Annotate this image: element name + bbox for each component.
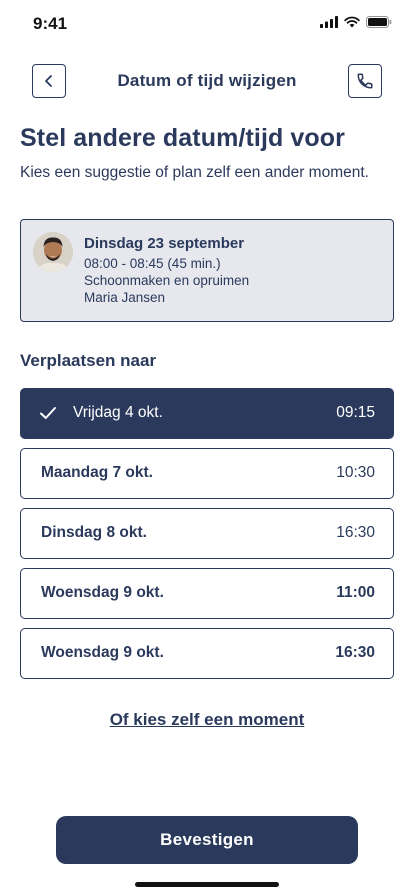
- avatar-photo: [33, 232, 73, 272]
- slot-time: 09:15: [336, 404, 375, 421]
- slot-day: Maandag 7 okt.: [41, 464, 153, 481]
- home-indicator: [135, 882, 279, 887]
- current-appointment-card: Dinsdag 23 september 08:00 - 08:45 (45 m…: [20, 219, 394, 322]
- status-time: 9:41: [33, 14, 68, 33]
- avatar: [33, 232, 73, 272]
- section-heading: Stel andere datum/tijd voor: [20, 124, 345, 152]
- call-button[interactable]: [348, 64, 382, 98]
- appointment-date: Dinsdag 23 september: [84, 235, 245, 252]
- time-slot-option[interactable]: Vrijdag 4 okt. 09:15: [20, 388, 394, 439]
- slot-day: Vrijdag 4 okt.: [73, 404, 163, 421]
- slot-day: Woensdag 9 okt.: [41, 644, 164, 661]
- wifi-icon: [344, 16, 360, 28]
- checkmark-icon: [40, 407, 56, 419]
- appointment-time: 08:00 - 08:45 (45 min.): [84, 256, 221, 271]
- confirm-button[interactable]: Bevestigen: [56, 816, 358, 864]
- time-slot-option[interactable]: Dinsdag 8 okt. 16:30: [20, 508, 394, 559]
- reschedule-label: Verplaatsen naar: [20, 351, 157, 370]
- appointment-service: Schoonmaken en opruimen: [84, 273, 250, 288]
- status-bar: 9:41: [0, 0, 414, 48]
- time-slot-option[interactable]: Woensdag 9 okt. 16:30: [20, 628, 394, 679]
- battery-icon: [366, 16, 392, 28]
- instruction-text: Kies een suggestie of plan zelf een ande…: [20, 164, 369, 181]
- time-slot-option[interactable]: Maandag 7 okt. 10:30: [20, 448, 394, 499]
- slot-time: 16:30: [336, 524, 375, 541]
- slot-time: 11:00: [336, 584, 375, 601]
- time-slot-option[interactable]: Woensdag 9 okt. 11:00: [20, 568, 394, 619]
- phone-icon: [357, 73, 373, 89]
- status-icons: [320, 16, 392, 28]
- cellular-signal-icon: [320, 16, 338, 28]
- choose-own-moment-link[interactable]: Of kies zelf een moment: [0, 710, 414, 730]
- appointment-worker: Maria Jansen: [84, 290, 166, 305]
- slot-day: Woensdag 9 okt.: [41, 584, 164, 601]
- slot-day: Dinsdag 8 okt.: [41, 524, 147, 541]
- slot-time: 10:30: [336, 464, 375, 481]
- nav-bar: Datum of tijd wijzigen: [0, 62, 414, 100]
- slot-time: 16:30: [335, 644, 375, 661]
